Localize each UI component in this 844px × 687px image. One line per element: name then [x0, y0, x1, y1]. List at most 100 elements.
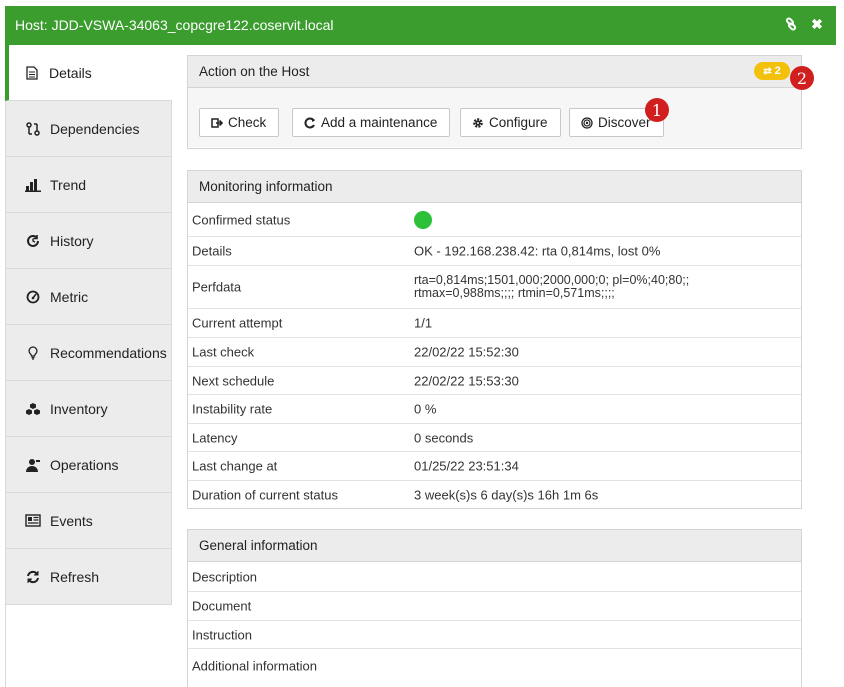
panel-title: Monitoring information: [188, 171, 801, 203]
notification-badge[interactable]: ⇄ 2: [754, 62, 790, 80]
row-key: Details: [192, 243, 232, 259]
add-maintenance-button[interactable]: Add a maintenance: [292, 108, 451, 137]
operator-icon: [24, 457, 42, 473]
actions-panel: Action on the Host Check Add a maintenan…: [187, 55, 802, 149]
row-key: Last check: [192, 344, 255, 360]
table-row: Duration of current status 3 week(s)s 6 …: [188, 480, 801, 508]
sidebar-item-label: Operations: [50, 456, 119, 473]
row-value: 0 seconds: [414, 430, 474, 445]
table-row: Latency 0 seconds: [188, 423, 801, 451]
swap-icon: ⇄: [763, 65, 772, 77]
row-key: Duration of current status: [192, 487, 338, 502]
sidebar-item-inventory[interactable]: Inventory: [5, 381, 172, 437]
row-key: Document: [192, 598, 252, 614]
table-row: Instability rate 0 %: [188, 394, 801, 423]
configure-button[interactable]: Configure: [460, 108, 561, 137]
annotation-marker-2: 2: [790, 66, 814, 90]
sidebar-item-label: Metric: [50, 288, 89, 305]
panel-title: Action on the Host: [188, 56, 801, 88]
sidebar-item-metric[interactable]: Metric: [5, 269, 172, 325]
bar-chart-icon: [24, 177, 42, 193]
sidebar-item-history[interactable]: History: [5, 213, 172, 269]
table-row: Instruction: [188, 620, 801, 648]
row-key: Additional information: [192, 658, 318, 674]
row-value: 22/02/22 15:52:30: [414, 344, 519, 360]
sidebar-item-refresh[interactable]: Refresh: [5, 549, 172, 605]
general-table: Description Document Instruction Additio…: [188, 562, 801, 677]
panel-title: General information: [188, 530, 801, 562]
table-row: Description: [188, 562, 801, 591]
badge-count: 2: [774, 65, 781, 77]
sidebar-item-dependencies[interactable]: Dependencies: [5, 101, 172, 157]
newspaper-icon: [24, 513, 42, 529]
annotation-marker-1: 1: [645, 98, 669, 122]
perfdata-line-1: rta=0,814ms;1501,000;2000,000;0; pl=0%;4…: [414, 273, 690, 287]
window-titlebar: Host: JDD-VSWA-34063_copcgre122.coservit…: [5, 6, 836, 45]
row-value: 01/25/22 23:51:34: [414, 458, 519, 474]
refresh-icon: [24, 569, 42, 585]
sidebar-item-operations[interactable]: Operations: [5, 437, 172, 493]
close-icon[interactable]: ✖: [809, 16, 825, 32]
table-row: Confirmed status: [188, 203, 801, 236]
button-label: Add a maintenance: [321, 115, 438, 130]
gauge-icon: [24, 289, 42, 305]
sidebar-item-label: Events: [50, 512, 93, 529]
general-panel: General information Description Document…: [187, 529, 802, 687]
check-run-icon: [211, 117, 223, 128]
table-row: Next schedule 22/02/22 15:53:30: [188, 366, 801, 394]
dependencies-icon: [24, 121, 42, 137]
status-ok-indicator: [414, 210, 432, 229]
table-row: Last check 22/02/22 15:52:30: [188, 337, 801, 366]
monitoring-table: Confirmed status Details OK - 192.168.23…: [188, 203, 801, 508]
sidebar-item-events[interactable]: Events: [5, 493, 172, 549]
row-key: Instruction: [192, 627, 252, 642]
action-buttons: Check Add a maintenance Configure Discov…: [188, 88, 801, 147]
window-title: Host: JDD-VSWA-34063_copcgre122.coservit…: [15, 17, 334, 33]
lightbulb-icon: [24, 345, 42, 361]
row-value: 0 %: [414, 401, 437, 417]
sidebar-item-label: Refresh: [50, 568, 100, 585]
check-button[interactable]: Check: [199, 108, 280, 137]
link-icon[interactable]: [783, 16, 799, 32]
row-value: rta=0,814ms;1501,000;2000,000;0; pl=0%;4…: [414, 274, 689, 300]
history-icon: [24, 233, 42, 249]
row-value: 3 week(s)s 6 day(s)s 16h 1m 6s: [414, 487, 599, 502]
document-icon: [23, 65, 41, 81]
table-row: Perfdata rta=0,814ms;1501,000;2000,000;0…: [188, 265, 801, 308]
button-label: Check: [228, 115, 267, 130]
sidebar-item-label: History: [50, 232, 94, 249]
table-row: Document: [188, 591, 801, 620]
button-label: Discover: [598, 115, 651, 130]
maintenance-icon: [304, 117, 315, 128]
row-value: 1/1: [414, 315, 433, 331]
discover-icon: [581, 116, 593, 129]
row-key: Perfdata: [192, 279, 242, 295]
table-row: Current attempt 1/1: [188, 308, 801, 337]
row-key: Confirmed status: [192, 212, 291, 227]
table-row: Details OK - 192.168.238.42: rta 0,814ms…: [188, 236, 801, 265]
row-key: Next schedule: [192, 373, 275, 388]
row-key: Description: [192, 569, 258, 584]
perfdata-line-2: rtmax=0,988ms;;;; rtmin=0,571ms;;;;: [414, 286, 615, 300]
table-row: Last change at 01/25/22 23:51:34: [188, 451, 801, 480]
sidebar-item-label: Inventory: [50, 400, 108, 417]
button-label: Configure: [489, 115, 548, 130]
sidebar-item-label: Recommendations: [50, 344, 167, 361]
row-key: Current attempt: [192, 315, 283, 331]
sidebar-item-trend[interactable]: Trend: [5, 157, 172, 213]
sidebar-item-label: Details: [49, 64, 92, 81]
row-value: 22/02/22 15:53:30: [414, 373, 519, 388]
row-value: OK - 192.168.238.42: rta 0,814ms, lost 0…: [414, 243, 661, 259]
sidebar-item-details[interactable]: Details: [5, 45, 172, 101]
divider: [5, 605, 6, 687]
sidebar-item-label: Dependencies: [50, 120, 140, 137]
cubes-icon: [24, 401, 42, 417]
sidebar-item-label: Trend: [50, 176, 87, 193]
sidebar-nav: Details Dependencies Trend History Metri…: [5, 45, 172, 605]
row-key: Latency: [192, 430, 238, 445]
row-key: Instability rate: [192, 401, 273, 417]
monitoring-panel: Monitoring information Confirmed status …: [187, 170, 802, 509]
row-key: Last change at: [192, 458, 278, 474]
sidebar-item-recommendations[interactable]: Recommendations: [5, 325, 172, 381]
table-row: Additional information: [188, 648, 801, 677]
